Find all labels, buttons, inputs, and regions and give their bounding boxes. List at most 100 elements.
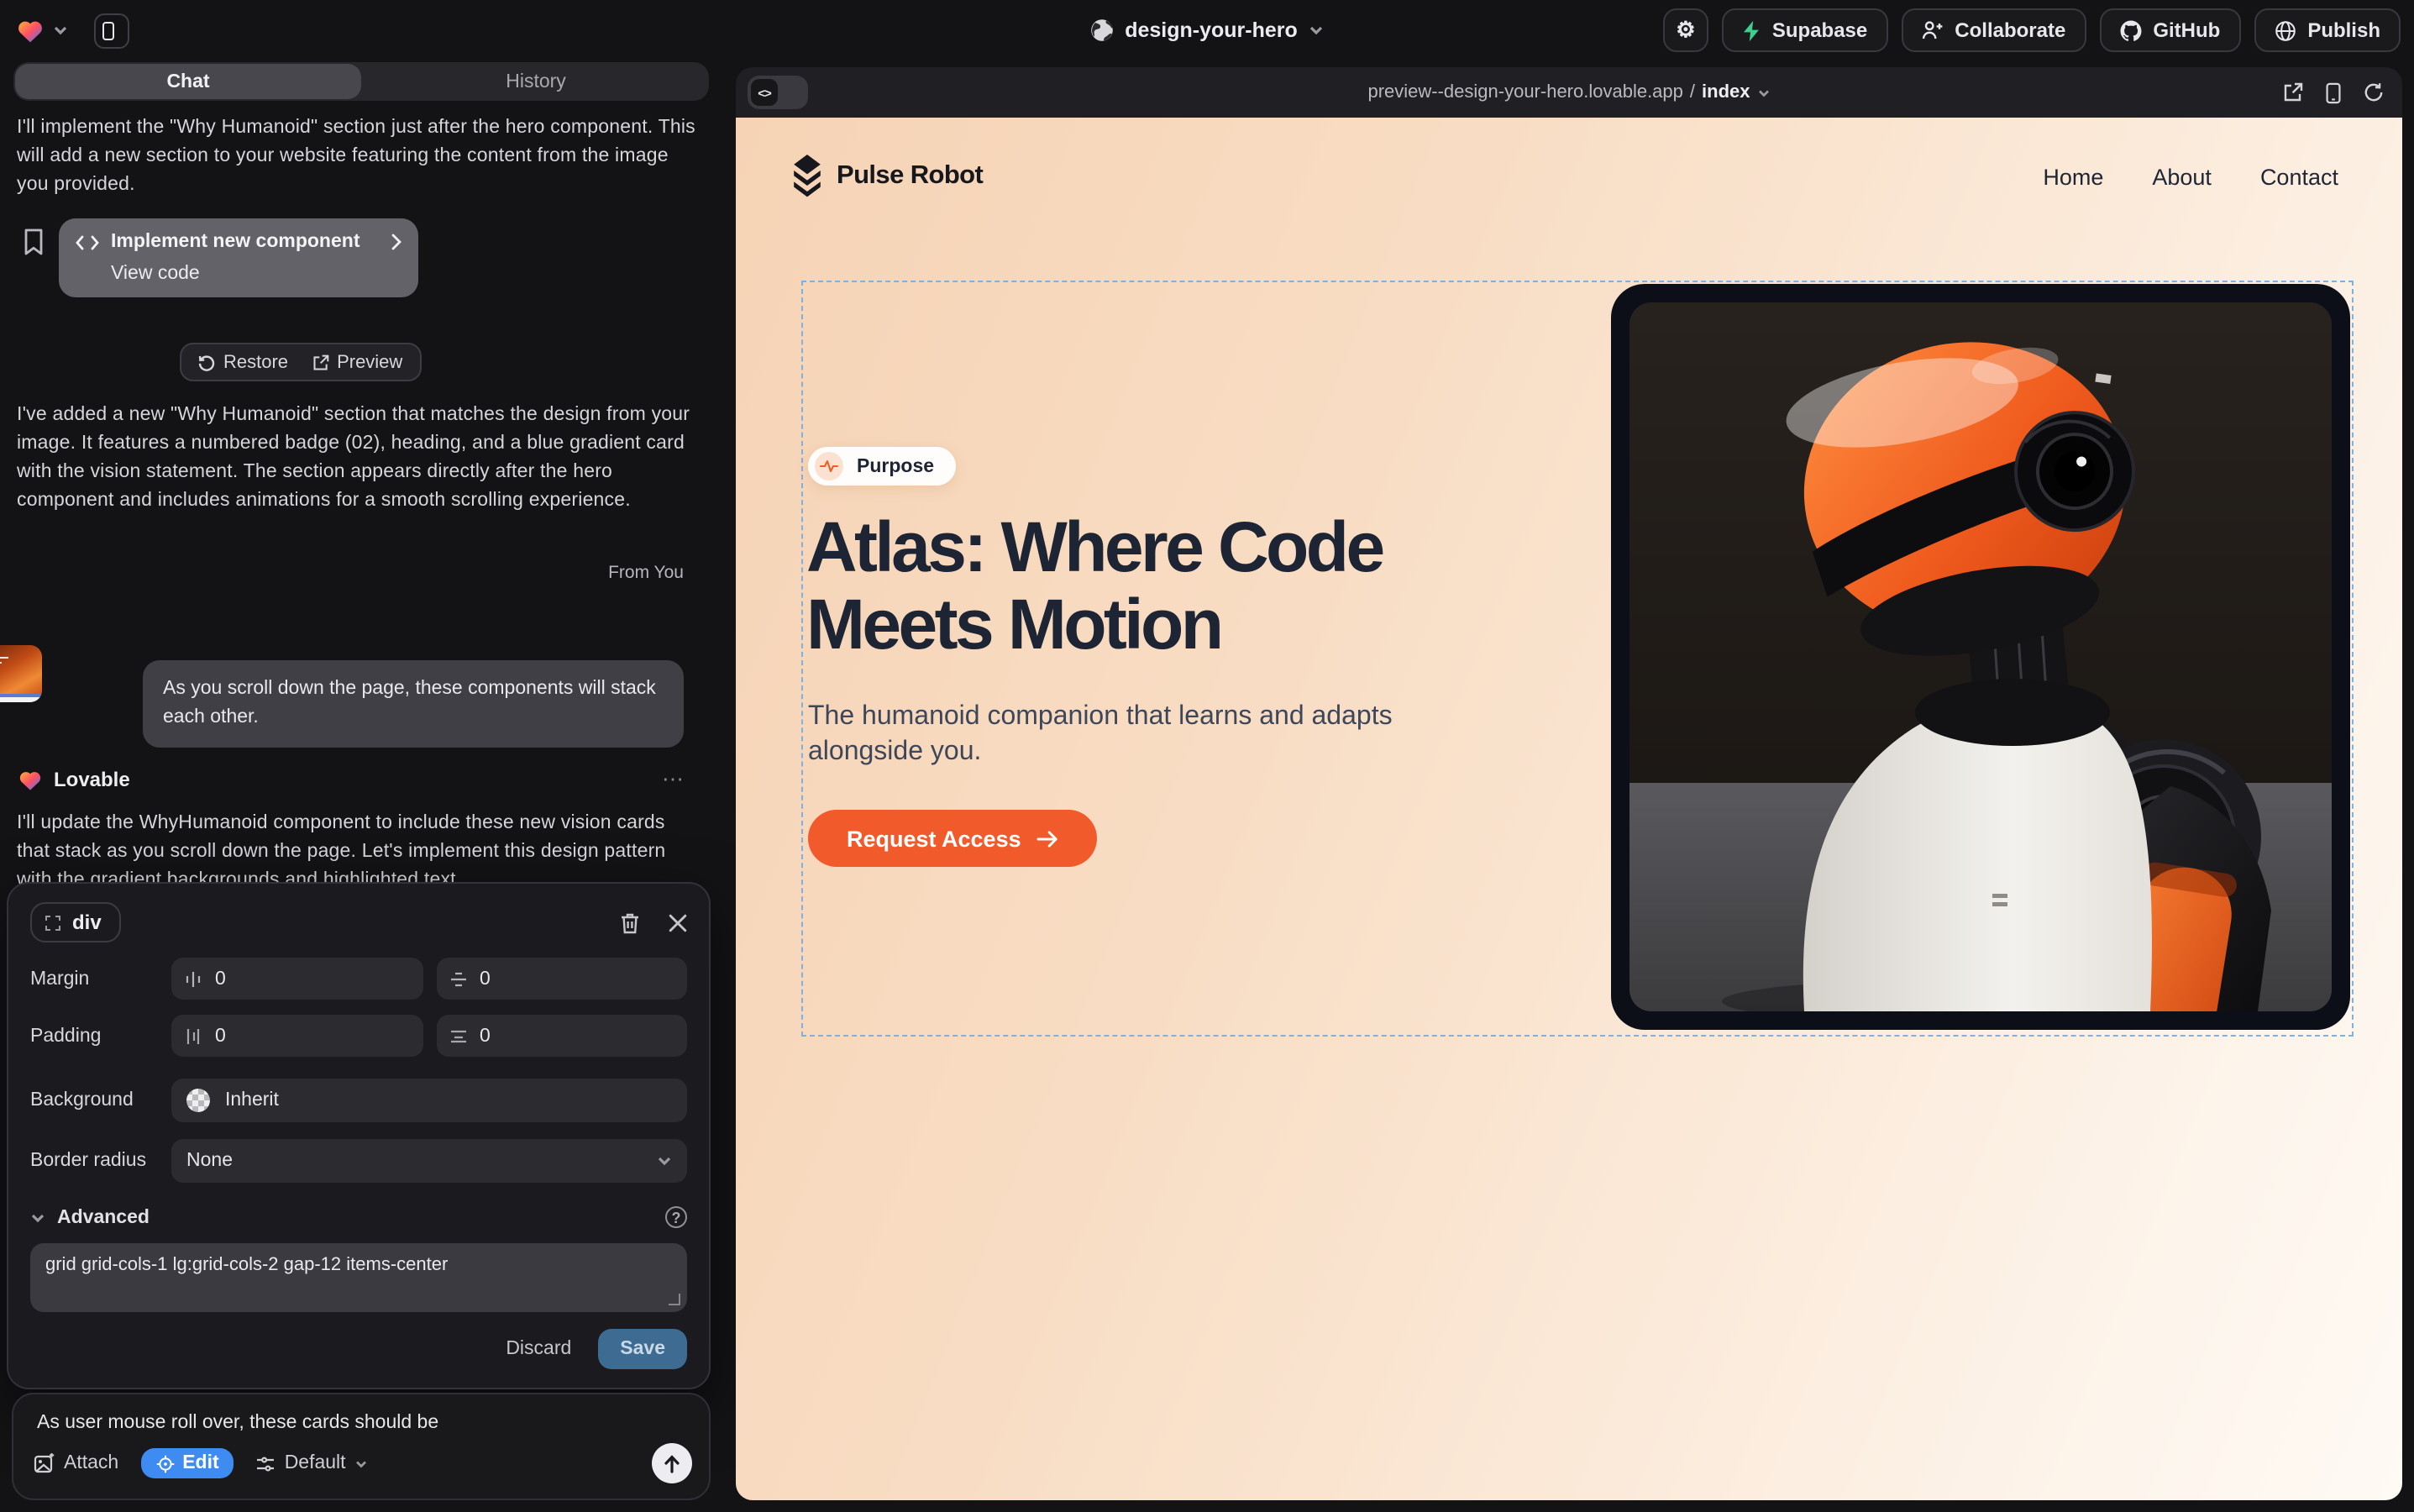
chat-panel: Chat History I'll implement the "Why Hum… — [12, 60, 711, 1512]
chat-input-value[interactable]: As user mouse roll over, these cards sho… — [37, 1413, 438, 1433]
selected-hero-section[interactable]: Purpose Atlas: Where Code Meets Motion T… — [801, 281, 2354, 1037]
save-button[interactable]: Save — [598, 1329, 687, 1369]
background-input[interactable]: Inherit — [171, 1079, 687, 1122]
refresh-icon[interactable] — [2364, 82, 2384, 102]
padding-label: Padding — [30, 1026, 171, 1046]
collaborate-button[interactable]: Collaborate — [1901, 8, 2086, 52]
assistant-message-2: I've added a new "Why Humanoid" section … — [17, 402, 701, 516]
github-icon — [2119, 19, 2141, 41]
open-in-new-tab-icon[interactable] — [2283, 82, 2303, 102]
nav-about[interactable]: About — [2152, 164, 2212, 189]
selection-icon — [45, 915, 60, 930]
chevron-right-icon — [391, 234, 401, 250]
app-window: design-your-hero ⚙ Supabase Collaborate … — [0, 0, 2414, 1512]
padding-y-input[interactable]: 0 — [436, 1015, 687, 1057]
lovable-logo-icon[interactable] — [17, 18, 44, 43]
margin-label: Margin — [30, 969, 171, 989]
assistant-name: Lovable — [54, 768, 130, 791]
transparency-swatch-icon — [186, 1089, 210, 1112]
discard-button[interactable]: Discard — [506, 1339, 571, 1359]
restore-preview-toolbar: Restore Preview — [180, 343, 421, 381]
classes-textarea[interactable]: grid grid-cols-1 lg:grid-cols-2 gap-12 i… — [45, 1255, 672, 1300]
margin-y-input[interactable]: 0 — [436, 958, 687, 1000]
topbar: design-your-hero ⚙ Supabase Collaborate … — [0, 0, 2414, 60]
pulse-robot-logo-icon — [791, 155, 823, 198]
chat-mode-select[interactable]: Default — [256, 1453, 368, 1473]
project-chevron-down-icon[interactable] — [1309, 25, 1325, 35]
sliders-icon — [256, 1454, 276, 1473]
chat-input-box[interactable]: As user mouse roll over, these cards sho… — [12, 1393, 711, 1500]
sidebar-toggle-icon — [102, 21, 114, 39]
close-icon[interactable] — [669, 913, 687, 932]
hero-robot-card — [1611, 284, 2350, 1030]
code-view-toggle[interactable]: <> — [748, 76, 808, 109]
gear-icon: ⚙ — [1676, 17, 1695, 44]
sidebar-toggle-button[interactable] — [94, 13, 129, 48]
robot-image — [1629, 302, 2332, 1011]
padding-vertical-icon — [449, 1027, 466, 1044]
margin-x-input[interactable]: 0 — [171, 958, 422, 1000]
view-code-link[interactable]: View code — [76, 264, 401, 284]
hero-heading: Atlas: Where Code Meets Motion — [806, 509, 1554, 664]
preview-header: <> preview--design-your-hero.lovable.app… — [736, 67, 2402, 118]
attachment-thumbnail-2[interactable] — [0, 645, 42, 702]
preview-panel: <> preview--design-your-hero.lovable.app… — [736, 67, 2402, 1500]
globe-icon — [2274, 19, 2296, 41]
tab-history[interactable]: History — [363, 62, 709, 101]
bookmark-icon[interactable] — [24, 228, 44, 255]
assistant-message-1: I'll implement the "Why Humanoid" sectio… — [17, 114, 701, 200]
pulse-icon — [820, 459, 838, 474]
message-menu-button[interactable]: ⋯ — [662, 766, 684, 793]
purpose-badge: Purpose — [808, 447, 956, 486]
help-icon[interactable]: ? — [665, 1206, 687, 1228]
border-radius-label: Border radius — [30, 1151, 171, 1171]
selected-element-chip[interactable]: div — [30, 902, 122, 942]
thumbnail-text-lines — [0, 657, 13, 665]
margin-vertical-icon — [449, 970, 466, 987]
advanced-section-toggle[interactable]: Advanced ? — [30, 1206, 687, 1228]
supabase-icon — [1742, 19, 1761, 41]
attach-button[interactable]: Attach — [34, 1453, 118, 1473]
project-name[interactable]: design-your-hero — [1125, 18, 1298, 42]
element-inspector-panel: div Margin 0 0 — [7, 882, 711, 1389]
assistant-header-row: Lovable ⋯ — [18, 766, 684, 793]
chevron-down-icon — [30, 1212, 45, 1222]
request-access-button[interactable]: Request Access — [808, 810, 1097, 867]
site-logo[interactable]: Pulse Robot — [791, 155, 983, 198]
preview-button[interactable]: Preview — [312, 352, 402, 372]
send-button[interactable] — [652, 1443, 692, 1483]
publish-button[interactable]: Publish — [2254, 8, 2401, 52]
collaborate-icon — [1921, 20, 1943, 40]
border-radius-select[interactable]: None — [171, 1139, 687, 1183]
padding-x-input[interactable]: 0 — [171, 1015, 422, 1057]
attach-image-icon — [34, 1453, 55, 1473]
target-icon — [155, 1454, 174, 1473]
site-nav: Home About Contact — [2043, 164, 2338, 189]
settings-button[interactable]: ⚙ — [1663, 8, 1708, 52]
code-icon: <> — [751, 79, 778, 106]
padding-horizontal-icon — [185, 1027, 202, 1044]
delete-element-button[interactable] — [620, 911, 640, 933]
preview-url[interactable]: preview--design-your-hero.lovable.app / … — [1367, 82, 1770, 102]
nav-contact[interactable]: Contact — [2260, 164, 2338, 189]
github-button[interactable]: GitHub — [2099, 8, 2240, 52]
arrow-up-icon — [664, 1454, 680, 1473]
background-label: Background — [30, 1090, 171, 1110]
chat-history-tabs: Chat History — [13, 62, 709, 101]
user-message-bubble: As you scroll down the page, these compo… — [143, 660, 684, 748]
mobile-view-icon[interactable] — [2325, 81, 2342, 103]
resize-handle[interactable] — [669, 1294, 680, 1305]
restore-button[interactable]: Restore — [198, 352, 288, 372]
chevron-down-icon — [1757, 88, 1771, 97]
component-card[interactable]: Implement new component View code — [59, 218, 418, 297]
edit-mode-button[interactable]: Edit — [140, 1448, 234, 1478]
restore-icon — [198, 354, 215, 370]
nav-home[interactable]: Home — [2043, 164, 2103, 189]
site-header: Pulse Robot Home About Contact — [736, 118, 2402, 235]
chevron-down-icon[interactable] — [54, 25, 67, 35]
from-you-label: From You — [516, 563, 684, 583]
tab-chat[interactable]: Chat — [15, 64, 361, 99]
supabase-button[interactable]: Supabase — [1722, 8, 1887, 52]
chevron-down-icon — [354, 1459, 368, 1467]
lovable-heart-icon — [18, 769, 42, 790]
